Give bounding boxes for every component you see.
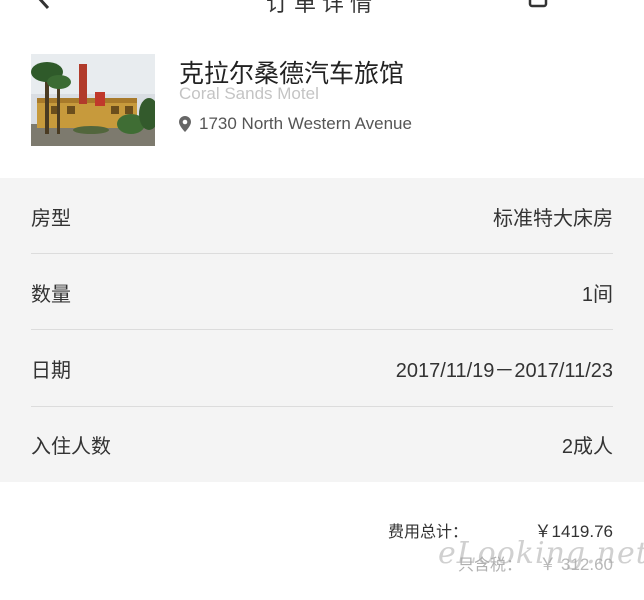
- detail-value: 2017/11/19－2017/11/23: [395, 359, 613, 382]
- tax-label: 只含税：: [458, 555, 523, 574]
- detail-label: 数量: [31, 281, 71, 306]
- detail-row-room-type: 房型 标准特大床房: [31, 178, 613, 254]
- detail-row-dates: 日期 2017/11/19－2017/11/23: [31, 330, 613, 406]
- share-icon[interactable]: [528, 0, 550, 8]
- price-summary: 费用总计： ￥1419.76 只含税： ￥ 312.60 eLooking.ne…: [0, 482, 644, 600]
- hotel-address[interactable]: 1730 North Western Avenue: [179, 114, 412, 134]
- detail-label: 入住人数: [31, 433, 111, 458]
- hotel-name-english: Coral Sands Motel: [179, 84, 319, 103]
- hotel-photo-image: [31, 54, 155, 146]
- nav-bar: 订单详情: [0, 0, 644, 27]
- hotel-summary: 克拉尔桑德汽车旅馆 Coral Sands Motel 1730 North W…: [0, 26, 644, 178]
- hotel-photo: [31, 54, 155, 146]
- tax-value: ￥ 312.60: [539, 555, 613, 574]
- hotel-address-text: 1730 North Western Avenue: [199, 114, 412, 133]
- total-label: 费用总计：: [388, 522, 469, 541]
- detail-value: 1间: [581, 283, 613, 306]
- detail-row-quantity: 数量 1间: [31, 254, 613, 330]
- detail-label: 房型: [31, 205, 71, 230]
- detail-label: 日期: [31, 357, 71, 382]
- booking-details: 房型 标准特大床房 数量 1间 日期 2017/11/19－2017/11/23…: [0, 178, 644, 482]
- location-pin-icon: [179, 116, 191, 132]
- detail-value: 标准特大床房: [493, 207, 613, 230]
- detail-value: 2成人: [561, 435, 613, 458]
- total-value: ￥1419.76: [534, 522, 613, 541]
- detail-row-guests: 入住人数 2成人: [31, 406, 613, 482]
